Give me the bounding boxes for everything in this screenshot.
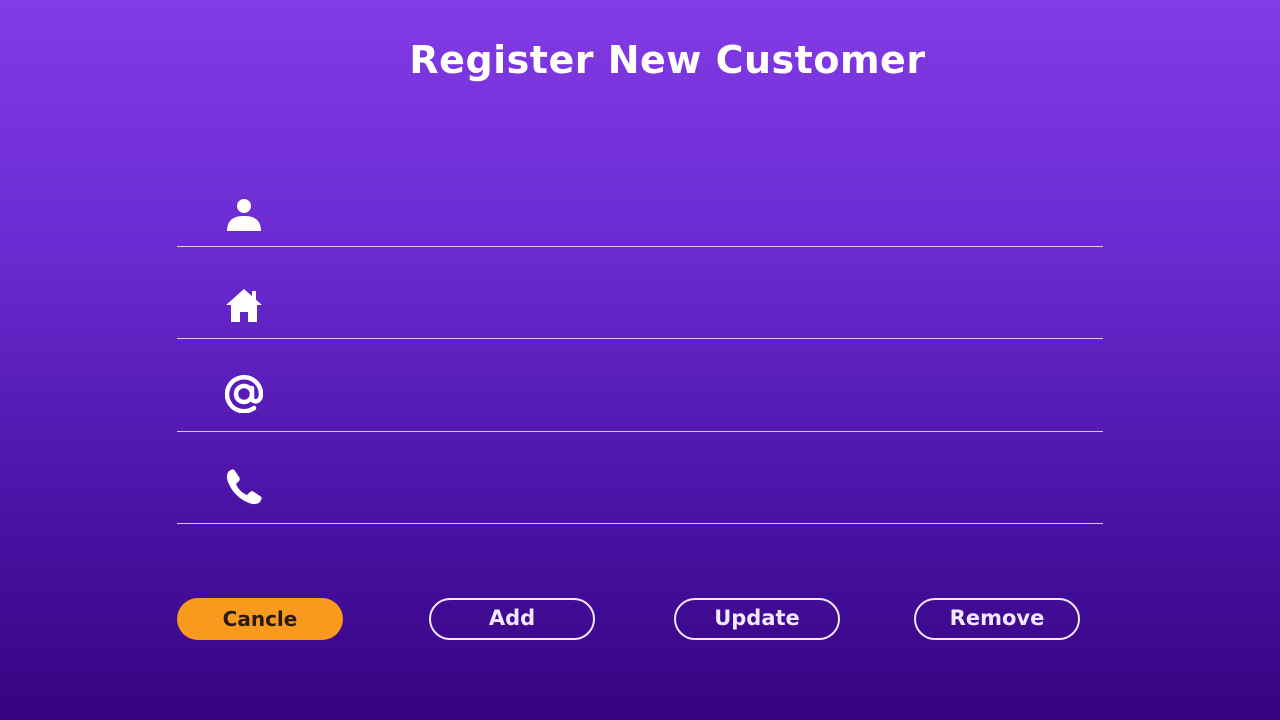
phone-icon — [225, 468, 263, 506]
name-field-row — [177, 186, 1103, 247]
address-input[interactable] — [287, 288, 1091, 330]
at-sign-icon — [225, 375, 263, 413]
name-input[interactable] — [287, 196, 1091, 238]
email-field-row — [177, 371, 1103, 432]
person-icon — [225, 194, 263, 232]
home-icon — [225, 286, 263, 324]
phone-input[interactable] — [287, 473, 1091, 515]
update-button[interactable]: Update — [674, 598, 840, 640]
address-field-row — [177, 278, 1103, 339]
email-input[interactable] — [287, 381, 1091, 423]
remove-button[interactable]: Remove — [914, 598, 1080, 640]
cancel-button[interactable]: Cancle — [177, 598, 343, 640]
page-title: Register New Customer — [409, 38, 926, 82]
phone-field-row — [177, 463, 1103, 524]
add-button[interactable]: Add — [429, 598, 595, 640]
